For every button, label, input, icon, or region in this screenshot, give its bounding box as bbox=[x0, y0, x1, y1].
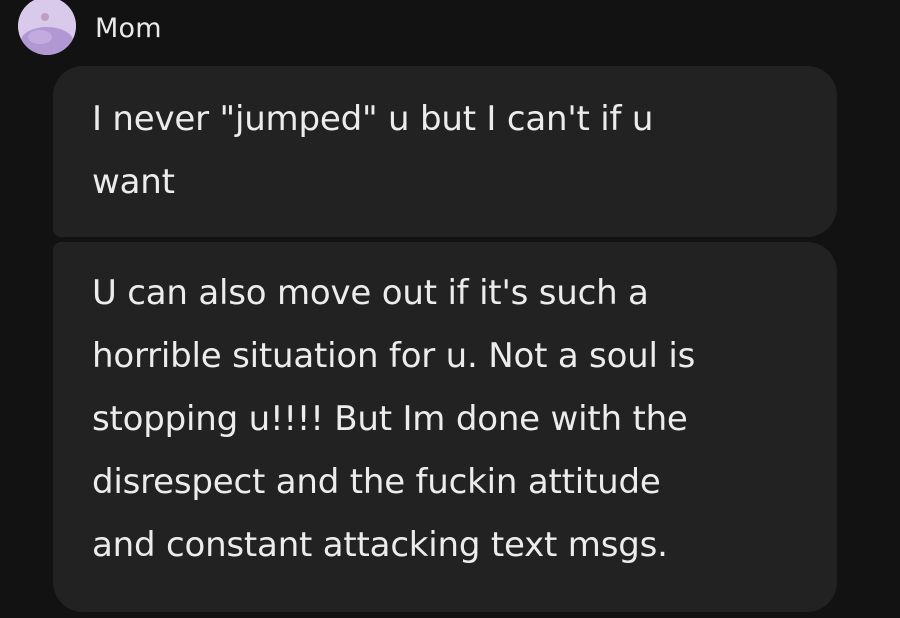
profile-avatar-icon[interactable] bbox=[18, 0, 76, 55]
message-bubble[interactable]: U can also move out if it's such a horri… bbox=[53, 242, 837, 612]
message-bubble[interactable]: I never "jumped" u but I can't if u want bbox=[53, 66, 837, 237]
message-text: I never "jumped" u but I can't if u want bbox=[92, 99, 654, 202]
chat-screen: Mom I never "jumped" u but I can't if u … bbox=[0, 0, 900, 618]
message-text: U can also move out if it's such a horri… bbox=[92, 273, 696, 565]
sender-name: Mom bbox=[95, 12, 162, 44]
sender-header: Mom bbox=[18, 0, 162, 56]
